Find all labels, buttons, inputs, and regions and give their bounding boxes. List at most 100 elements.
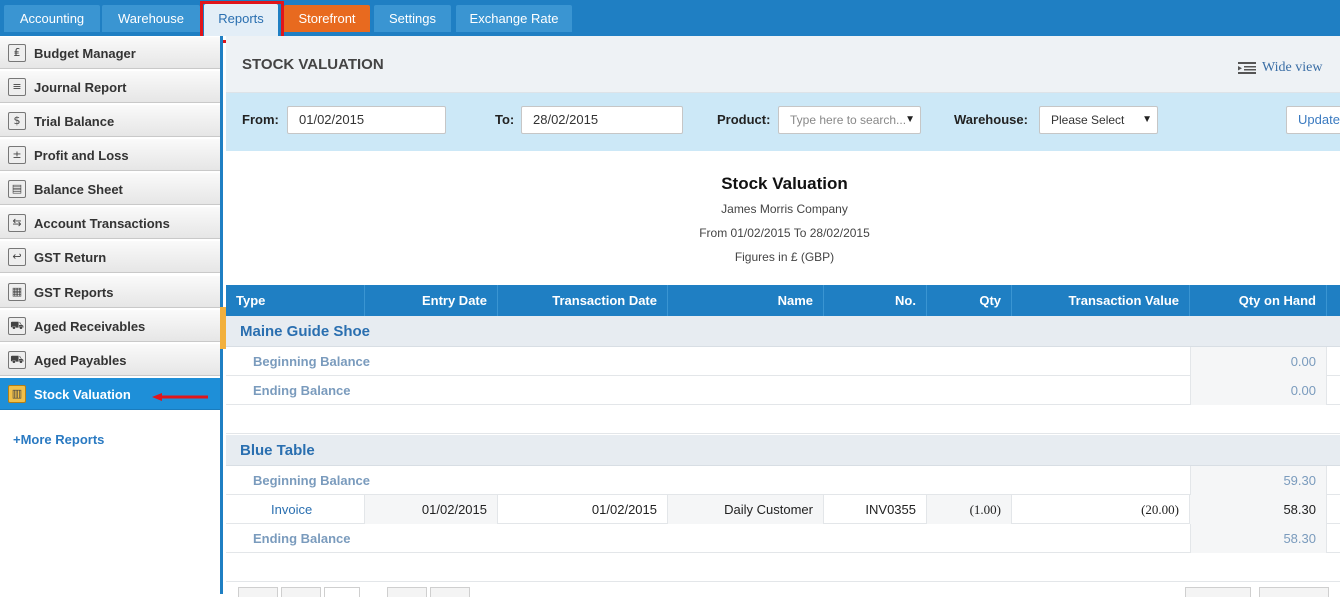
chevron-down-icon: ▼	[905, 114, 915, 125]
entry-date-cell: 01/02/2015	[365, 495, 498, 524]
table-row: Ending Balance 58.30	[226, 524, 1340, 553]
column-header-entry-date[interactable]: Entry Date	[365, 285, 498, 316]
qty-on-hand-cell: 58.30	[1190, 495, 1327, 524]
sidebar-item-gst-reports[interactable]: ▦ GST Reports	[0, 275, 220, 308]
transaction-type-link[interactable]: Invoice	[226, 495, 365, 524]
tab-settings[interactable]: Settings	[374, 5, 451, 32]
sidebar-item-profit-and-loss[interactable]: ± Profit and Loss	[0, 138, 220, 171]
reports-icon: ▦	[8, 283, 26, 301]
sheet-icon: ▤	[8, 180, 26, 198]
sidebar-item-label: GST Reports	[34, 285, 114, 300]
report-currency: Figures in £ (GBP)	[734, 250, 835, 264]
sidebar-item-trial-balance[interactable]: $ Trial Balance	[0, 104, 220, 137]
excel-export-button[interactable]	[1259, 587, 1329, 597]
wide-view-icon	[1238, 61, 1256, 74]
name-cell: Daily Customer	[668, 495, 824, 524]
pdf-export-button[interactable]	[1185, 587, 1251, 597]
tab-exchange-rate[interactable]: Exchange Rate	[456, 5, 572, 32]
wide-view-label: Wide view	[1262, 60, 1323, 75]
page-title: STOCK VALUATION	[242, 56, 384, 73]
report-company: James Morris Company	[721, 202, 848, 216]
group-name: Maine Guide Shoe	[240, 323, 371, 340]
report-period: From 01/02/2015 To 28/02/2015	[699, 226, 870, 240]
group-header: Blue Table	[226, 435, 1340, 466]
budget-icon: ₤	[8, 44, 26, 62]
wide-view-button[interactable]: Wide view	[1238, 60, 1322, 76]
column-header-transaction-date[interactable]: Transaction Date	[498, 285, 668, 316]
to-date-input[interactable]: 28/02/2015	[521, 106, 683, 134]
tab-warehouse[interactable]: Warehouse	[102, 5, 200, 32]
tab-accounting[interactable]: Accounting	[4, 5, 100, 32]
sidebar-item-label: Budget Manager	[34, 46, 136, 61]
transaction-value-cell: (20.00)	[1012, 495, 1190, 524]
column-header-transaction-value[interactable]: Transaction Value	[1012, 285, 1190, 316]
sidebar-item-account-transactions[interactable]: ⇆ Account Transactions	[0, 206, 220, 239]
chevron-down-icon: ▼	[1142, 114, 1152, 125]
tab-storefront[interactable]: Storefront	[284, 5, 370, 32]
table-row: Beginning Balance 0.00	[226, 347, 1340, 376]
car-icon: ⛟	[8, 351, 26, 369]
column-header-qty[interactable]: Qty	[927, 285, 1012, 316]
pagination-bar	[226, 581, 1340, 597]
qty-cell: (1.00)	[927, 495, 1012, 524]
sidebar-item-label: Aged Payables	[34, 353, 127, 368]
sidebar-item-label: Profit and Loss	[34, 148, 129, 163]
transaction-date-cell: 01/02/2015	[498, 495, 668, 524]
from-date-input[interactable]: 01/02/2015	[287, 106, 446, 134]
ending-balance-label: Ending Balance	[253, 383, 351, 398]
sidebar-item-aged-receivables[interactable]: ⛟ Aged Receivables	[0, 309, 220, 342]
page-number-input[interactable]	[324, 587, 360, 597]
filter-bar: From: 01/02/2015 To: 28/02/2015 Product:…	[226, 93, 1340, 151]
warehouse-label: Warehouse:	[954, 112, 1028, 127]
sidebar-item-label: Aged Receivables	[34, 319, 146, 334]
sidebar-item-label: GST Return	[34, 250, 107, 265]
ending-balance-label: Ending Balance	[253, 531, 351, 546]
car-icon: ⛟	[8, 317, 26, 335]
more-reports-link[interactable]: +More Reports	[13, 432, 104, 447]
sidebar-item-gst-return[interactable]: ↩ GST Return	[0, 240, 220, 273]
column-header-type[interactable]: Type	[226, 285, 365, 316]
beginning-balance-label: Beginning Balance	[253, 473, 371, 488]
last-page-button[interactable]	[430, 587, 470, 597]
page-header: STOCK VALUATION Wide view	[226, 36, 1340, 93]
sidebar-item-label: Trial Balance	[34, 114, 115, 129]
column-header-qty-on-hand[interactable]: Qty on Hand	[1190, 285, 1327, 316]
beginning-balance-value: 59.30	[1190, 466, 1327, 495]
sidebar-item-budget-manager[interactable]: ₤ Budget Manager	[0, 36, 220, 69]
return-icon: ↩	[8, 248, 26, 266]
beginning-balance-value: 0.00	[1190, 347, 1327, 376]
sidebar-item-aged-payables[interactable]: ⛟ Aged Payables	[0, 343, 220, 376]
table-row: Invoice 01/02/2015 01/02/2015 Daily Cust…	[226, 495, 1340, 524]
sidebar-item-journal-report[interactable]: ≡ Journal Report	[0, 70, 220, 103]
number-cell: INV0355	[824, 495, 927, 524]
calculator-icon: ±	[8, 146, 26, 164]
beginning-balance-label: Beginning Balance	[253, 354, 371, 369]
report-heading: Stock Valuation James Morris Company Fro…	[226, 151, 1340, 285]
from-label: From:	[242, 112, 279, 127]
group-header: Maine Guide Shoe	[226, 316, 1340, 347]
group-name: Blue Table	[240, 442, 315, 459]
stock-icon: ▥	[8, 385, 26, 403]
to-label: To:	[495, 112, 515, 127]
arrow-icon	[152, 393, 208, 401]
table-row: Beginning Balance 59.30	[226, 466, 1340, 495]
warehouse-select[interactable]: Please Select ▼	[1039, 106, 1158, 134]
main-content: STOCK VALUATION Wide view From: 01/02/20…	[226, 36, 1340, 597]
sidebar-item-balance-sheet[interactable]: ▤ Balance Sheet	[0, 172, 220, 205]
table-header-row: Type Entry Date Transaction Date Name No…	[226, 285, 1340, 316]
report-title: Stock Valuation	[721, 174, 848, 193]
first-page-button[interactable]	[238, 587, 278, 597]
journal-icon: ≡	[8, 78, 26, 96]
sidebar: ₤ Budget Manager ≡ Journal Report $ Tria…	[0, 36, 223, 594]
product-label: Product:	[717, 112, 771, 127]
product-search-input[interactable]: Type here to search... ▼	[778, 106, 921, 134]
column-header-no[interactable]: No.	[824, 285, 927, 316]
previous-page-button[interactable]	[281, 587, 321, 597]
next-page-button[interactable]	[387, 587, 427, 597]
sidebar-item-label: Journal Report	[34, 80, 127, 95]
ending-balance-value: 58.30	[1190, 524, 1327, 553]
ending-balance-value: 0.00	[1190, 376, 1327, 405]
column-header-name[interactable]: Name	[668, 285, 824, 316]
sidebar-item-label: Balance Sheet	[34, 182, 123, 197]
update-button[interactable]: Update	[1286, 106, 1340, 134]
